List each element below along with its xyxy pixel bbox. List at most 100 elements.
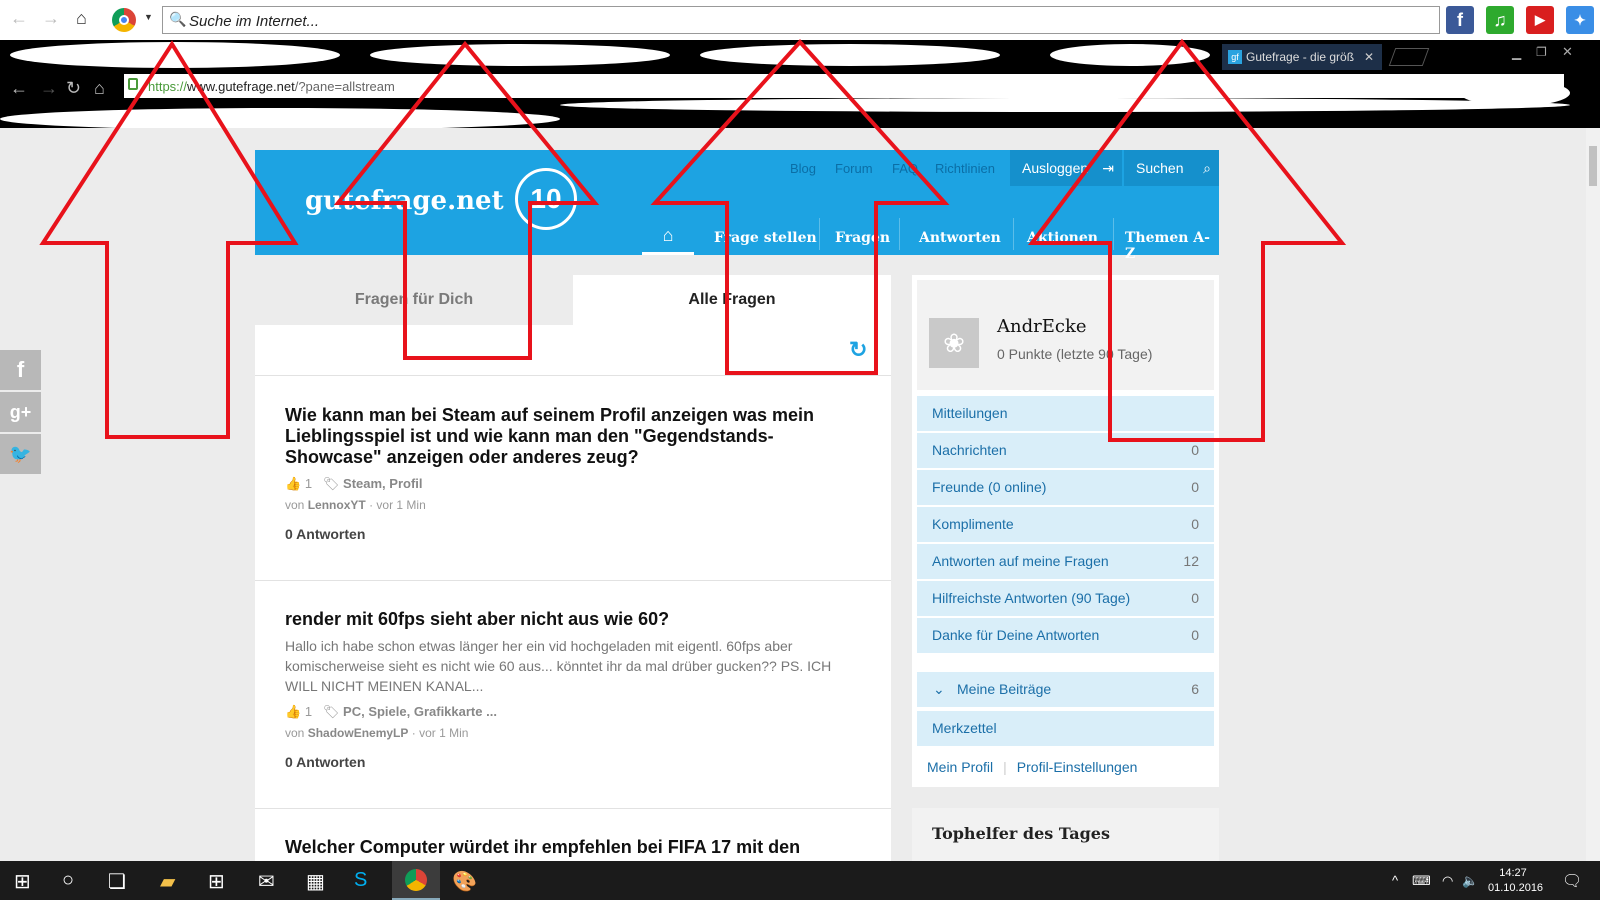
nav-fragen[interactable]: Fragen bbox=[835, 230, 890, 246]
sidebar-item-freunde[interactable]: Freunde (0 online) 0 bbox=[917, 470, 1214, 505]
site-logo[interactable]: gutefrage.net bbox=[305, 186, 504, 216]
chrome-taskbar-icon[interactable] bbox=[392, 861, 440, 900]
gamepad-icon[interactable]: ✦ bbox=[1566, 6, 1594, 34]
action-center-icon[interactable]: 🗨 bbox=[1562, 871, 1582, 891]
forward-icon[interactable]: → bbox=[42, 8, 60, 29]
calendar-icon[interactable]: ▦ bbox=[306, 869, 325, 894]
sidebar-item-danke[interactable]: Danke für Deine Antworten 0 bbox=[917, 618, 1214, 653]
link-profil-einstellungen[interactable]: Profil-Einstellungen bbox=[1017, 759, 1138, 775]
author-link[interactable]: LennoxYT bbox=[308, 498, 366, 512]
divider bbox=[255, 580, 891, 581]
clock[interactable]: 14:27 01.10.2016 bbox=[1488, 867, 1544, 894]
store-icon[interactable]: ⊞ bbox=[208, 869, 225, 894]
question-author-line: von ShadowEnemyLP · vor 1 Min bbox=[285, 726, 469, 740]
tab-gutefrage[interactable]: gf Gutefrage - die größ ✕ bbox=[1222, 44, 1382, 70]
browser-toolbar: ← → ⌂ ▼ 🔍 Suche im Internet... f ♫ ▶ ✦ bbox=[0, 0, 1600, 40]
username[interactable]: AndrEcke bbox=[997, 316, 1087, 337]
link-faq[interactable]: FAQ bbox=[892, 161, 918, 176]
avatar[interactable]: ❀ bbox=[929, 318, 979, 368]
question-title[interactable]: render mit 60fps sieht aber nicht aus wi… bbox=[285, 609, 855, 630]
skype-icon[interactable]: S bbox=[354, 869, 367, 892]
home-icon[interactable]: ⌂ bbox=[76, 8, 87, 29]
question-title[interactable]: Welcher Computer würdet ihr empfehlen be… bbox=[285, 837, 855, 858]
sidebar-item-hilfreichste-antworten[interactable]: Hilfreichste Antworten (90 Tage) 0 bbox=[917, 581, 1214, 616]
task-view-icon[interactable]: ❏ bbox=[108, 869, 126, 894]
nav-frage-stellen[interactable]: Frage stellen bbox=[714, 230, 817, 246]
sidebar-item-meine-beitraege[interactable]: ⌄ Meine Beiträge 6 bbox=[917, 672, 1214, 707]
googleplus-share-icon[interactable]: g+ bbox=[0, 392, 41, 432]
question-item[interactable]: Wie kann man bei Steam auf seinem Profil… bbox=[285, 405, 855, 542]
sidebar-item-antworten-auf-fragen[interactable]: Antworten auf meine Fragen 12 bbox=[917, 544, 1214, 579]
link-forum[interactable]: Forum bbox=[835, 161, 873, 176]
user-points: 0 Punkte (letzte 90 Tage) bbox=[997, 346, 1153, 362]
like-count: 1 bbox=[304, 704, 313, 719]
minimize-icon[interactable]: ▁ bbox=[1512, 46, 1521, 60]
question-tags[interactable]: PC, Spiele, Grafikkarte ... bbox=[343, 704, 497, 719]
paint-icon[interactable]: 🎨 bbox=[452, 869, 477, 894]
twitter-share-icon[interactable]: 🐦 bbox=[0, 434, 41, 474]
facebook-share-icon[interactable]: f bbox=[0, 350, 41, 390]
question-title[interactable]: Wie kann man bei Steam auf seinem Profil… bbox=[285, 405, 855, 468]
like-count: 1 bbox=[304, 476, 313, 491]
thumbs-up-icon[interactable]: 👍 bbox=[285, 704, 301, 719]
mail-icon[interactable]: ✉ bbox=[258, 869, 275, 894]
show-hidden-icons-icon[interactable]: ^ bbox=[1392, 873, 1398, 888]
chrome-forward-icon[interactable]: → bbox=[40, 78, 58, 99]
nav-themen[interactable]: Themen A-Z bbox=[1125, 230, 1219, 262]
close-window-icon[interactable]: ✕ bbox=[1562, 44, 1573, 60]
sidebar-item-komplimente[interactable]: Komplimente 0 bbox=[917, 507, 1214, 542]
refresh-icon[interactable]: ↻ bbox=[849, 337, 867, 363]
tab-title: Gutefrage - die größ bbox=[1246, 50, 1355, 64]
maximize-icon[interactable]: ❐ bbox=[1536, 45, 1547, 59]
cortana-icon[interactable]: ○ bbox=[62, 869, 74, 892]
tab-fragen-fuer-dich[interactable]: Fragen für Dich bbox=[255, 275, 573, 325]
redaction-scribble bbox=[1050, 44, 1210, 66]
sidebar-item-mitteilungen[interactable]: Mitteilungen bbox=[917, 396, 1214, 431]
new-tab-button[interactable] bbox=[1388, 48, 1430, 66]
nav-divider bbox=[819, 218, 820, 250]
divider bbox=[255, 808, 891, 809]
nav-aktionen[interactable]: Aktionen bbox=[1027, 230, 1098, 246]
link-richtlinien[interactable]: Richtlinien bbox=[935, 161, 995, 176]
sidebar-item-merkzettel[interactable]: Merkzettel bbox=[917, 711, 1214, 746]
file-explorer-icon[interactable]: ▰ bbox=[160, 869, 175, 894]
tab-alle-fragen[interactable]: Alle Fragen bbox=[573, 275, 891, 325]
user-sidebar: ❀ AndrEcke 0 Punkte (letzte 90 Tage) Mit… bbox=[912, 275, 1219, 787]
search-button[interactable]: Suchen ⌕ bbox=[1124, 150, 1219, 186]
link-mein-profil[interactable]: Mein Profil bbox=[927, 759, 993, 775]
thumbs-up-icon[interactable]: 👍 bbox=[285, 476, 301, 491]
search-input[interactable]: 🔍 Suche im Internet... bbox=[162, 6, 1440, 34]
question-item[interactable]: Welcher Computer würdet ihr empfehlen be… bbox=[285, 837, 855, 858]
sidebar-item-nachrichten[interactable]: Nachrichten 0 bbox=[917, 433, 1214, 468]
question-tags[interactable]: Steam, Profil bbox=[343, 476, 422, 491]
reload-icon[interactable]: ↻ bbox=[66, 78, 81, 99]
question-item[interactable]: render mit 60fps sieht aber nicht aus wi… bbox=[285, 609, 855, 770]
scrollbar-thumb[interactable] bbox=[1589, 146, 1597, 186]
music-icon[interactable]: ♫ bbox=[1486, 6, 1514, 34]
keyboard-icon[interactable]: ⌨ bbox=[1412, 873, 1431, 889]
page-scrollbar[interactable] bbox=[1586, 128, 1600, 861]
nav-home-icon[interactable]: ⌂ bbox=[642, 218, 694, 255]
chrome-home-icon[interactable]: ⌂ bbox=[94, 78, 105, 99]
volume-icon[interactable]: 🔈 bbox=[1462, 873, 1478, 889]
close-tab-icon[interactable]: ✕ bbox=[1364, 44, 1374, 70]
address-bar[interactable]: https://www.gutefrage.net/?pane=allstrea… bbox=[124, 74, 1564, 98]
facebook-icon[interactable]: f bbox=[1446, 6, 1474, 34]
author-link[interactable]: ShadowEnemyLP bbox=[308, 726, 409, 740]
logout-button[interactable]: Ausloggen ⇥ bbox=[1010, 150, 1122, 186]
wifi-icon[interactable]: ◠ bbox=[1442, 873, 1453, 889]
chrome-menu-dropdown-icon[interactable]: ▼ bbox=[144, 12, 153, 22]
youtube-icon[interactable]: ▶ bbox=[1526, 6, 1554, 34]
answer-count[interactable]: 0 Antworten bbox=[285, 526, 855, 542]
chrome-icon[interactable] bbox=[112, 8, 136, 32]
answer-count[interactable]: 0 Antworten bbox=[285, 754, 855, 770]
link-blog[interactable]: Blog bbox=[790, 161, 816, 176]
windows-start-icon[interactable]: ⊞ bbox=[14, 869, 31, 894]
user-card: ❀ AndrEcke 0 Punkte (letzte 90 Tage) bbox=[917, 280, 1214, 390]
divider bbox=[255, 375, 891, 376]
nav-antworten[interactable]: Antworten bbox=[919, 230, 1001, 246]
nav-divider bbox=[899, 218, 900, 250]
back-icon[interactable]: ← bbox=[10, 8, 28, 29]
chrome-back-icon[interactable]: ← bbox=[10, 78, 28, 99]
clock-date: 01.10.2016 bbox=[1488, 882, 1544, 894]
